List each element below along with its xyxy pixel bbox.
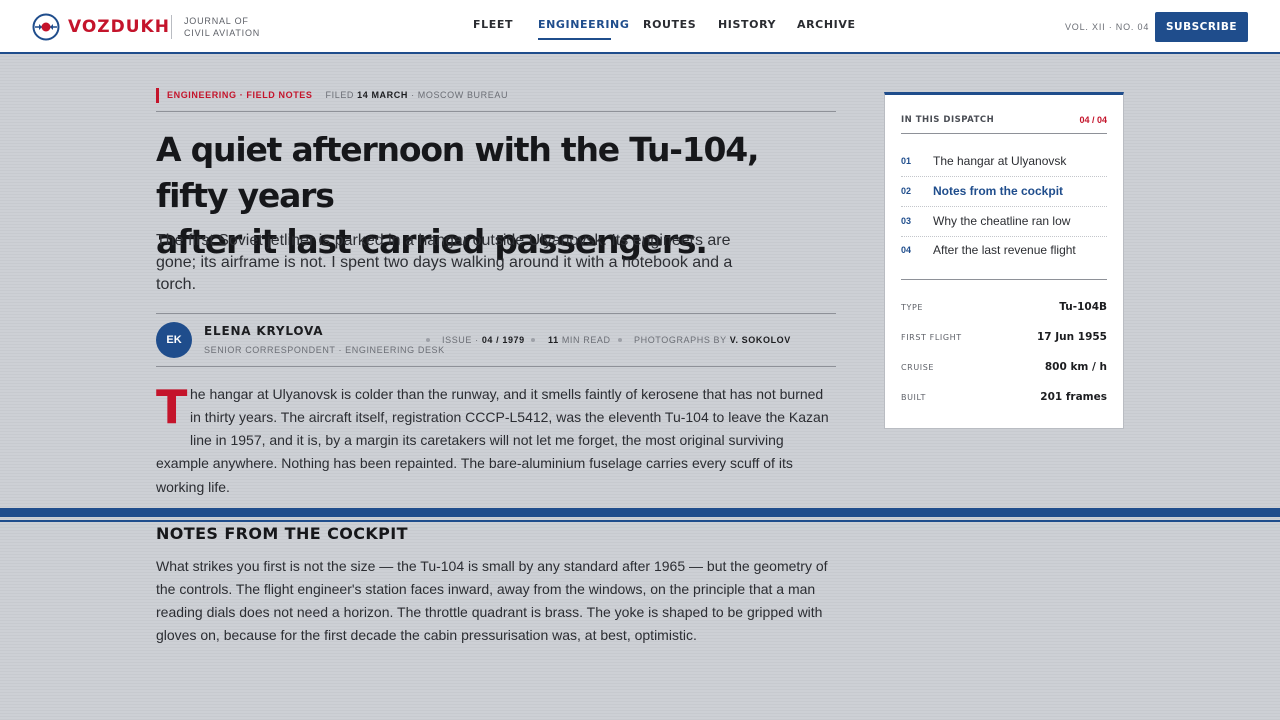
filed-date: 14 MARCH (357, 90, 408, 100)
toc-item-current[interactable]: 02 Notes from the cockpit (901, 177, 1107, 207)
nav-engineering[interactable]: ENGINEERING (538, 18, 629, 31)
dek-line: gone; its airframe is not. I spent two d… (156, 254, 733, 271)
spec-value: 800 km / h (1044, 361, 1107, 373)
toc-title: After the last revenue flight (933, 243, 1076, 257)
toc-number: 01 (901, 156, 912, 166)
section-band-thin (0, 520, 1280, 522)
section-link[interactable]: ENGINEERING · FIELD NOTES (167, 90, 313, 100)
toc-number: 04 (901, 245, 912, 255)
dispatch-sidebar: IN THIS DISPATCH 04 / 04 01 The hangar a… (884, 92, 1124, 429)
sidebar-label: IN THIS DISPATCH (901, 115, 995, 125)
meta-separator (531, 338, 535, 342)
issue-volume: VOL. XII · NO. 04 (1065, 22, 1150, 32)
spec-row: CRUISE 800 km / h (901, 361, 1107, 377)
section-line: the controls. The flight engineer's stat… (156, 581, 816, 597)
section-line: reading dials does not need a horizon. T… (156, 604, 823, 620)
lead-line: line in 1957, and it is, by a margin its… (190, 432, 784, 448)
nav-archive[interactable]: ARCHIVE (797, 18, 856, 31)
byline-rule-bottom (156, 366, 836, 367)
toc-item[interactable]: 03 Why the cheatline ran low (901, 207, 1107, 237)
brand-name: VOZDUKH (68, 17, 170, 37)
spec-row: FIRST FLIGHT 17 Jun 1955 (901, 331, 1107, 347)
lead-line: working life. (156, 479, 230, 495)
lead-line: in thirty years. The aircraft itself, re… (190, 409, 829, 425)
toc-item[interactable]: 01 The hangar at Ulyanovsk (901, 147, 1107, 177)
read-time-label: MIN READ (561, 335, 611, 345)
logo-divider (171, 15, 172, 39)
brand-tagline: JOURNAL OF CIVIL AVIATION (184, 15, 260, 39)
roundel-logo-icon (32, 13, 60, 41)
kicker-rule (156, 111, 836, 112)
author-role: SENIOR CORRESPONDENT · ENGINEERING DESK (204, 345, 445, 355)
toc-title: Why the cheatline ran low (933, 214, 1071, 228)
section-heading: NOTES FROM THE COCKPIT (156, 524, 408, 543)
spec-label: BUILT (901, 393, 926, 402)
drop-cap: T (156, 380, 188, 434)
issue-label: ISSUE · (442, 335, 479, 345)
byline-rule-top (156, 313, 836, 314)
tagline-line: JOURNAL OF (184, 16, 249, 26)
author-name[interactable]: ELENA KRYLOVA (204, 324, 323, 338)
toc-item[interactable]: 04 After the last revenue flight (901, 236, 1107, 266)
dek-line: The first Soviet jetliner is parked in a… (156, 232, 731, 249)
spec-value: Tu-104B (1059, 301, 1107, 313)
dek-line: torch. (156, 276, 197, 293)
photographer-name: V. SOKOLOV (729, 335, 791, 345)
lead-line: he hangar at Ulyanovsk is colder than th… (190, 386, 824, 402)
meta-separator (426, 338, 430, 342)
author-avatar[interactable]: EK (156, 322, 192, 358)
logo[interactable]: VOZDUKH (32, 13, 170, 41)
photographer-label: PHOTOGRAPHS BY (634, 335, 727, 345)
article-kicker: ENGINEERING · FIELD NOTES FILED 14 MARCH … (156, 88, 508, 103)
sidebar-count: 04 / 04 (1079, 115, 1107, 125)
issue-meta: ISSUE · 04 / 1979 (442, 335, 525, 345)
filed-bureau: · MOSCOW BUREAU (411, 90, 509, 100)
spec-label: FIRST FLIGHT (901, 333, 962, 342)
nav-history[interactable]: HISTORY (718, 18, 776, 31)
section-line: gloves on, because for the first decade … (156, 627, 697, 643)
nav-routes[interactable]: ROUTES (643, 18, 696, 31)
site-header: VOZDUKH JOURNAL OF CIVIL AVIATION FLEET … (0, 0, 1280, 54)
spec-value: 201 frames (1040, 391, 1107, 403)
section-line: What strikes you first is not the size —… (156, 558, 828, 574)
lead-line: example anywhere. Nothing has been repai… (156, 455, 793, 471)
toc-number: 02 (901, 186, 912, 196)
sidebar-rule (901, 279, 1107, 280)
article-dek: The first Soviet jetliner is parked in a… (156, 230, 746, 296)
photographer-meta: PHOTOGRAPHS BY V. SOKOLOV (634, 335, 791, 345)
meta-separator (618, 338, 622, 342)
spec-label: TYPE (901, 303, 924, 312)
sidebar-rule (901, 133, 1107, 134)
toc-title: The hangar at Ulyanovsk (933, 154, 1067, 168)
spec-value: 17 Jun 1955 (1036, 331, 1107, 343)
headline-line: A quiet afternoon with the Tu-104, fifty… (156, 130, 760, 215)
toc-number: 03 (901, 216, 912, 226)
nav-fleet[interactable]: FLEET (473, 18, 513, 31)
spec-row: BUILT 201 frames (901, 391, 1107, 407)
read-time-value: 11 (548, 335, 559, 345)
toc-title: Notes from the cockpit (933, 184, 1064, 198)
read-time-meta: 11 MIN READ (548, 335, 611, 345)
spec-label: CRUISE (901, 363, 935, 372)
tagline-line: CIVIL AVIATION (184, 28, 261, 38)
section-band (0, 508, 1280, 517)
filed-label: FILED (325, 90, 355, 100)
spec-row: TYPE Tu-104B (901, 301, 1107, 317)
issue-value: 04 / 1979 (481, 335, 525, 345)
nav-active-indicator (538, 38, 611, 40)
subscribe-button[interactable]: SUBSCRIBE (1155, 12, 1248, 42)
